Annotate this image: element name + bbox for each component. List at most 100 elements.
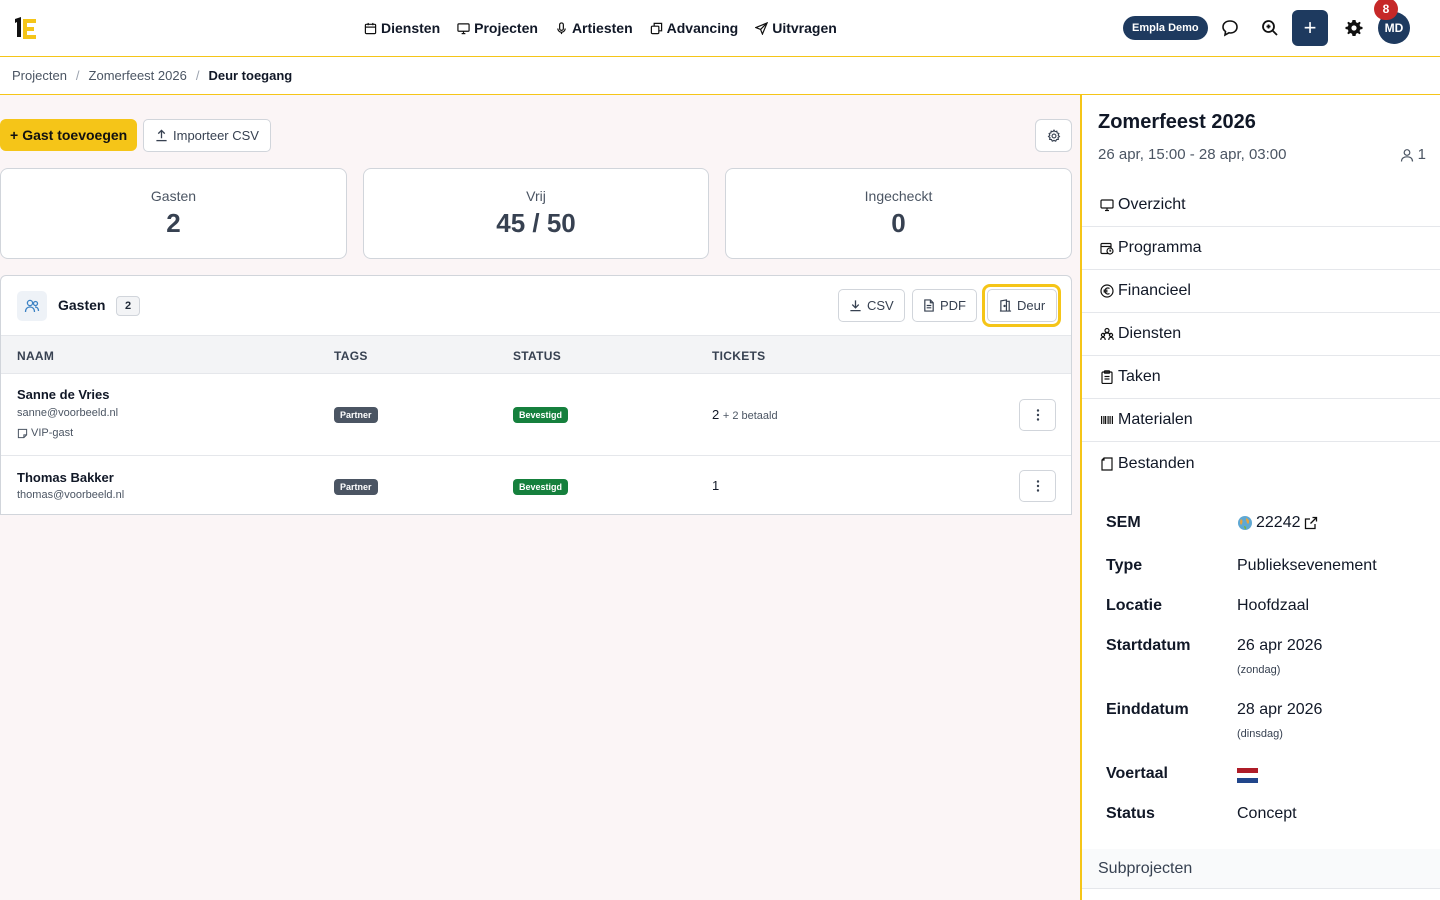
stat-label: Ingecheckt — [864, 188, 933, 204]
guests-panel: Gasten 2 CSV PDF Deur NAAM TAGS STATUS T… — [0, 275, 1072, 515]
sidebar-item-programma[interactable]: Programma — [1082, 227, 1440, 270]
add-guest-button[interactable]: + Gast toevoegen — [0, 119, 138, 151]
project-dates: 26 apr, 15:00 - 28 apr, 03:00 — [1098, 146, 1287, 163]
user-icon — [1400, 148, 1413, 162]
project-nav: Overzicht Programma Financieel Diensten … — [1082, 184, 1440, 485]
nav-artiesten[interactable]: Artiesten — [555, 20, 633, 36]
export-pdf-button[interactable]: PDF — [912, 289, 977, 322]
subprojects-header[interactable]: Subprojecten — [1082, 849, 1440, 889]
upload-icon — [156, 129, 167, 142]
import-csv-button[interactable]: Importeer CSV — [143, 119, 271, 152]
column-header-tags[interactable]: TAGS — [334, 349, 368, 363]
people-icon — [17, 291, 47, 321]
search-zoom-icon[interactable] — [1259, 17, 1281, 39]
sidebar-item-bestanden[interactable]: Bestanden — [1082, 442, 1440, 485]
download-icon — [850, 300, 861, 312]
barcode-icon — [1101, 416, 1113, 424]
detail-value: 26 apr 2026 — [1237, 637, 1323, 654]
sidebar-item-label: Materialen — [1118, 411, 1193, 428]
sidebar-item-financieel[interactable]: Financieel — [1082, 270, 1440, 313]
file-icon — [1101, 456, 1113, 471]
project-title: Zomerfeest 2026 — [1098, 111, 1256, 133]
nav-advancing[interactable]: Advancing — [650, 20, 739, 36]
nav-label: Uitvragen — [772, 20, 837, 36]
guest-count-badge: 2 — [116, 296, 140, 316]
nav-label: Advancing — [666, 20, 739, 36]
sidebar-item-materialen[interactable]: Materialen — [1082, 399, 1440, 442]
row-actions-button[interactable] — [1019, 399, 1056, 431]
sidebar-item-taken[interactable]: Taken — [1082, 356, 1440, 399]
app-logo[interactable] — [12, 15, 40, 43]
sidebar-item-label: Taken — [1118, 368, 1161, 385]
detail-value: 22242 — [1237, 514, 1318, 532]
main-nav: Diensten Projecten Artiesten Advancing U… — [364, 0, 837, 56]
more-vertical-icon — [1036, 480, 1039, 492]
clipboard-icon — [1101, 370, 1113, 384]
calendar-icon — [364, 22, 377, 34]
column-header-tickets[interactable]: TICKETS — [712, 349, 765, 363]
sidebar-item-label: Programma — [1118, 239, 1202, 256]
sidebar-item-diensten[interactable]: Diensten — [1082, 313, 1440, 356]
detail-label: SEM — [1106, 514, 1141, 531]
breadcrumb-current: Deur toegang — [208, 68, 293, 83]
ticket-count: 1 — [712, 478, 719, 493]
euro-icon — [1100, 284, 1114, 298]
detail-value: Hoofdzaal — [1237, 597, 1310, 614]
nav-label: Projecten — [474, 20, 538, 36]
guest-note: VIP-gast — [17, 427, 73, 439]
nav-diensten[interactable]: Diensten — [364, 20, 440, 36]
door-mode-label: Deur — [1017, 298, 1046, 313]
workspace-badge[interactable]: Empla Demo — [1123, 16, 1208, 40]
column-header-status[interactable]: STATUS — [513, 349, 561, 363]
breadcrumb-separator: / — [195, 68, 200, 83]
copy-icon — [650, 22, 662, 34]
guests-panel-header: Gasten 2 CSV PDF Deur — [1, 276, 1071, 335]
create-button[interactable]: + — [1292, 10, 1328, 46]
table-row[interactable]: Sanne de Vries sanne@voorbeeld.nl VIP-ga… — [1, 374, 1071, 456]
table-header: NAAM TAGS STATUS TICKETS — [1, 335, 1071, 374]
stat-guests: Gasten 2 — [0, 168, 347, 259]
stat-label: Vrij — [526, 188, 546, 204]
document-icon — [924, 299, 934, 312]
sidebar-item-overzicht[interactable]: Overzicht — [1082, 184, 1440, 227]
nav-uitvragen[interactable]: Uitvragen — [755, 20, 837, 36]
detail-weekday: (dinsdag) — [1237, 728, 1283, 740]
ticket-count: 2 + 2 betaald — [712, 407, 778, 422]
external-link-icon[interactable] — [1304, 516, 1318, 530]
ticket-count-value: 2 — [712, 407, 720, 422]
door-mode-button[interactable]: Deur — [987, 289, 1058, 322]
detail-value: Concept — [1237, 805, 1297, 822]
stat-label: Gasten — [150, 188, 197, 204]
column-header-name[interactable]: NAAM — [17, 349, 54, 363]
row-actions-button[interactable] — [1019, 470, 1056, 502]
project-members[interactable]: 1 — [1400, 146, 1426, 163]
nav-label: Artiesten — [571, 20, 633, 36]
more-vertical-icon — [1036, 409, 1039, 421]
gear-icon[interactable] — [1343, 17, 1365, 39]
stat-available: Vrij 45 / 50 — [363, 168, 709, 259]
sidebar-item-label: Financieel — [1118, 282, 1191, 299]
detail-weekday: (zondag) — [1237, 664, 1281, 676]
settings-button[interactable] — [1035, 119, 1072, 152]
stat-value: 2 — [166, 208, 181, 238]
ticket-count-extra: + 2 betaald — [722, 410, 778, 422]
project-sidebar: Zomerfeest 2026 26 apr, 15:00 - 28 apr, … — [1080, 95, 1440, 900]
guest-name: Thomas Bakker — [17, 470, 114, 485]
export-csv-button[interactable]: CSV — [838, 289, 905, 322]
chat-icon[interactable] — [1219, 17, 1241, 39]
guests-panel-title: Gasten — [58, 297, 106, 313]
nav-projecten[interactable]: Projecten — [457, 20, 538, 36]
breadcrumb-project[interactable]: Zomerfeest 2026 — [89, 68, 187, 83]
send-icon — [755, 21, 769, 35]
calendar-clock-icon — [1100, 242, 1114, 255]
tag-badge: Partner — [334, 479, 378, 495]
sem-number: 22242 — [1256, 514, 1301, 531]
ticket-count-value: 1 — [712, 478, 720, 493]
guest-name: Sanne de Vries — [17, 387, 110, 402]
tag-badge: Partner — [334, 407, 378, 423]
breadcrumb-projecten[interactable]: Projecten — [12, 68, 67, 83]
detail-label: Locatie — [1106, 597, 1163, 614]
table-row[interactable]: Thomas Bakker thomas@voorbeeld.nl Partne… — [1, 457, 1071, 514]
notification-badge[interactable]: 8 — [1374, 0, 1398, 20]
sidebar-item-label: Diensten — [1118, 325, 1182, 342]
